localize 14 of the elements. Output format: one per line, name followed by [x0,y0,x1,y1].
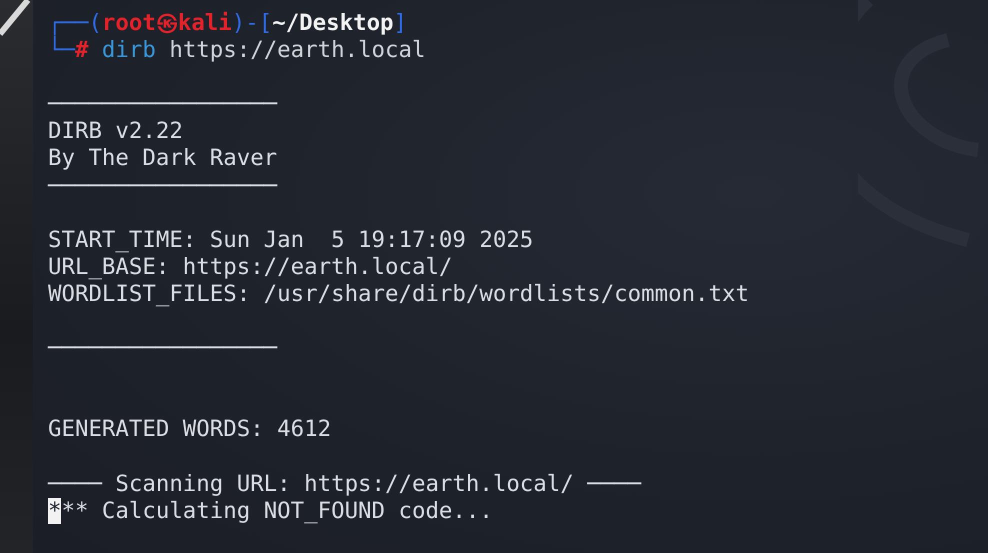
output-line: DIRB v2.22 [48,118,183,144]
separator-line: ───────────────── [48,335,278,362]
output-line: GENERATED WORDS: 4612 [48,416,332,442]
output-line: *** Calculating NOT_FOUND code... [48,498,493,524]
output-line: START_TIME: Sun Jan 5 19:17:09 2025 [48,226,534,253]
prompt-line: └─# dirb https://earth.local [48,37,426,64]
output-line: ──── Scanning URL: https://earth.local/ ──── [48,470,642,497]
output-line: URL_BASE: https://earth.local/ [48,254,452,280]
cursor-block: * [48,498,62,524]
prompt-line: ┌──(root㉿kali)-[~/Desktop] [48,10,408,36]
output-line: By The Dark Raver [48,145,278,172]
separator-line: ───────────────── [48,172,278,199]
separator-line: ───────────────── [48,91,278,118]
output-line: WORDLIST_FILES: /usr/share/dirb/wordlists/common.txt [48,280,749,307]
